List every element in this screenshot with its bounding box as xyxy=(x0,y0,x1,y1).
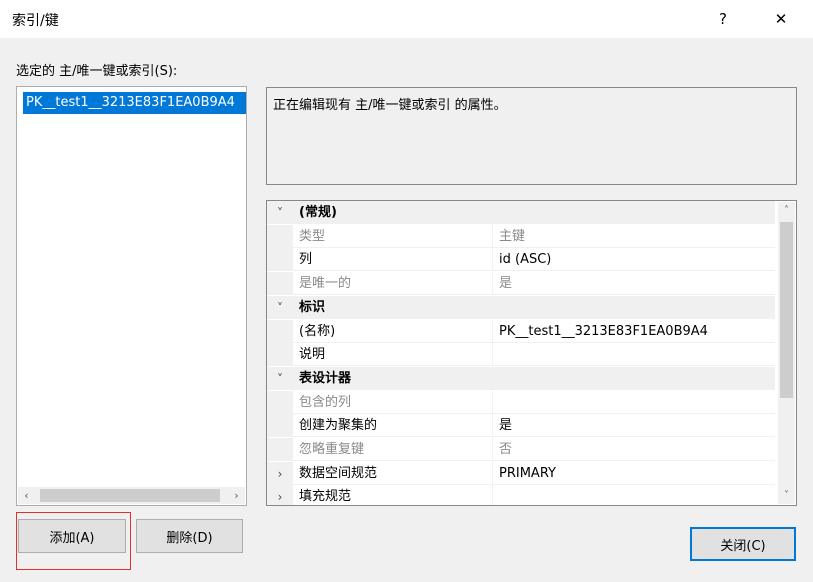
property-name: 类型 xyxy=(293,225,493,248)
expand-chevron-icon[interactable]: › xyxy=(267,462,293,485)
row-gutter xyxy=(267,391,293,414)
delete-button[interactable]: 删除(D) xyxy=(136,519,243,553)
property-name: 标识 xyxy=(293,296,775,319)
row-gutter xyxy=(267,225,293,248)
list-item[interactable]: PK__test1__3213E83F1EA0B9A4 xyxy=(23,92,246,114)
window-title: 索引/键 xyxy=(12,13,59,29)
property-value[interactable]: id (ASC) xyxy=(493,248,775,271)
property-row[interactable]: 忽略重复键否 xyxy=(267,438,775,461)
property-row[interactable]: 类型 主键 xyxy=(267,225,775,248)
property-name: 填充规范 xyxy=(293,485,493,505)
property-value: 是 xyxy=(493,272,775,295)
property-name: 说明 xyxy=(293,343,493,366)
property-row[interactable]: 是唯一的是 xyxy=(267,272,775,295)
selection-label: 选定的 主/唯一键或索引(S): xyxy=(16,64,178,79)
property-row[interactable]: › 填充规范 xyxy=(267,485,775,505)
property-row[interactable]: (名称) PK__test1__3213E83F1EA0B9A4 xyxy=(267,320,775,343)
close-button[interactable]: 关闭(C) xyxy=(690,527,796,561)
row-gutter xyxy=(267,343,293,366)
scroll-down-icon[interactable]: ˅ xyxy=(778,487,795,504)
property-name: 表设计器 xyxy=(293,367,775,390)
property-name: 列 xyxy=(293,248,493,271)
scroll-left-icon[interactable]: ‹ xyxy=(18,487,35,504)
property-row[interactable]: › 数据空间规范 PRIMARY xyxy=(267,462,775,485)
property-value[interactable]: PRIMARY xyxy=(493,462,775,485)
row-gutter xyxy=(267,272,293,295)
vertical-scrollbar[interactable]: ˄ ˅ xyxy=(778,202,795,504)
property-name: 数据空间规范 xyxy=(293,462,493,485)
property-row[interactable]: 列 id (ASC) xyxy=(267,248,775,271)
collapse-chevron-icon[interactable]: ˅ xyxy=(267,296,293,319)
property-value xyxy=(493,391,775,414)
row-gutter xyxy=(267,414,293,437)
property-name: (名称) xyxy=(293,320,493,343)
scroll-right-icon[interactable]: › xyxy=(228,487,245,504)
property-value[interactable]: PK__test1__3213E83F1EA0B9A4 xyxy=(493,320,775,343)
property-name: 忽略重复键 xyxy=(293,438,493,461)
scroll-up-icon[interactable]: ˄ xyxy=(778,202,795,219)
property-value[interactable] xyxy=(493,343,775,366)
row-gutter xyxy=(267,320,293,343)
property-grid[interactable]: ˅ (常规) 类型 主键列 id (ASC) 是唯一的是 ˅ 标识 (名称) PK__test1_… xyxy=(266,200,797,506)
property-name: (常规) xyxy=(293,201,775,224)
help-button[interactable]: ? xyxy=(700,0,746,38)
collapse-chevron-icon[interactable]: ˅ xyxy=(267,201,293,224)
description-text: 正在编辑现有 主/唯一键或索引 的属性。 xyxy=(273,98,507,113)
property-name: 包含的列 xyxy=(293,391,493,414)
title-bar: 索引/键 ? ✕ xyxy=(0,0,813,38)
row-gutter xyxy=(267,438,293,461)
property-value: 主键 xyxy=(493,225,775,248)
property-category-row[interactable]: ˅ 表设计器 xyxy=(267,367,775,390)
row-gutter xyxy=(267,248,293,271)
add-button[interactable]: 添加(A) xyxy=(18,519,126,553)
property-value[interactable]: 是 xyxy=(493,414,775,437)
description-panel: 正在编辑现有 主/唯一键或索引 的属性。 xyxy=(266,87,797,185)
property-category-row[interactable]: ˅ 标识 xyxy=(267,296,775,319)
property-category-row[interactable]: ˅ (常规) xyxy=(267,201,775,224)
expand-chevron-icon[interactable]: › xyxy=(267,485,293,505)
index-list[interactable]: PK__test1__3213E83F1EA0B9A4 ‹ › xyxy=(16,86,247,506)
property-name: 是唯一的 xyxy=(293,272,493,295)
scroll-thumb[interactable] xyxy=(780,222,793,398)
collapse-chevron-icon[interactable]: ˅ xyxy=(267,367,293,390)
property-row[interactable]: 创建为聚集的是 xyxy=(267,414,775,437)
property-value: 否 xyxy=(493,438,775,461)
property-row[interactable]: 包含的列 xyxy=(267,391,775,414)
property-value[interactable] xyxy=(493,485,775,505)
close-window-button[interactable]: ✕ xyxy=(758,0,804,38)
scroll-thumb[interactable] xyxy=(40,489,220,502)
property-name: 创建为聚集的 xyxy=(293,414,493,437)
property-row[interactable]: 说明 xyxy=(267,343,775,366)
horizontal-scrollbar[interactable]: ‹ › xyxy=(18,487,245,504)
